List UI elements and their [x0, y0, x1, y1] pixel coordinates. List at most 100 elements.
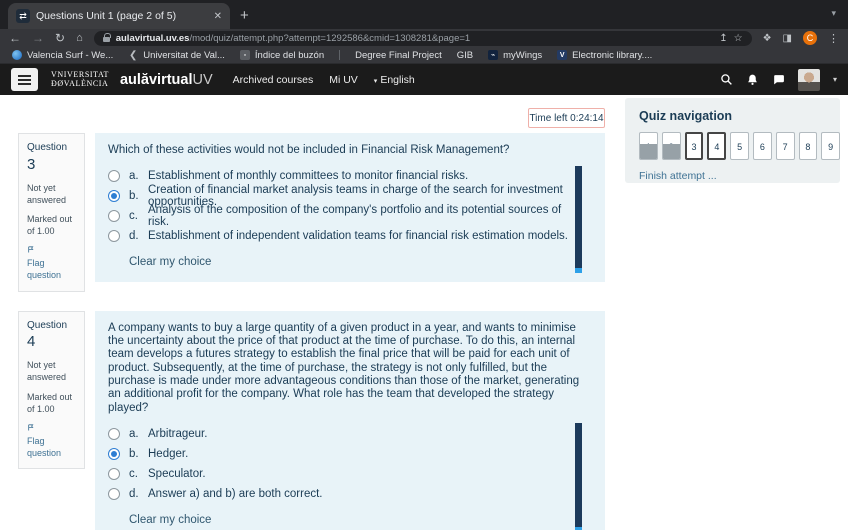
questions-column: Question 3 Not yet answered Marked out o…	[18, 133, 605, 530]
question-3-block: Question 3 Not yet answered Marked out o…	[18, 133, 605, 292]
radio-icon[interactable]	[108, 170, 120, 182]
question-4-text: A company wants to buy a large quantity …	[108, 322, 592, 415]
home-icon[interactable]: ⌂	[76, 32, 83, 44]
bookmark-degree-final-project[interactable]: Degree Final Project	[355, 50, 442, 61]
url-text[interactable]: aulavirtual.uv.es/mod/quiz/attempt.php?a…	[116, 33, 714, 44]
finish-attempt-link[interactable]: Finish attempt ...	[639, 170, 717, 182]
extensions-icon[interactable]: ❖	[763, 33, 772, 44]
bookmarks-separator	[339, 50, 340, 60]
question-3-mark: Marked out of 1.00	[27, 213, 76, 237]
qnav-button-3[interactable]: 3	[685, 132, 704, 160]
qnav-button-6[interactable]: 6	[753, 132, 772, 160]
header-actions: ▾	[720, 69, 837, 91]
forward-icon[interactable]: →	[32, 32, 44, 44]
qnav-button-4[interactable]: 4	[707, 132, 726, 160]
uv-favicon-icon: ❮	[128, 50, 138, 60]
bookmark-universitat[interactable]: ❮ Universitat de Val...	[128, 50, 225, 61]
radio-icon[interactable]	[108, 488, 120, 500]
bookmark-indice-buzon[interactable]: ▫ Índice del buzón	[240, 50, 324, 61]
back-icon[interactable]: ←	[9, 32, 21, 44]
option-b[interactable]: b. Creation of financial market analysis…	[108, 190, 568, 202]
browser-window: ⇄ Questions Unit 1 (page 2 of 5) ✕ + ▾ ←…	[0, 0, 848, 530]
option-d[interactable]: d. Answer a) and b) are both correct.	[108, 488, 568, 500]
qnav-button-1[interactable]: 1	[639, 132, 658, 160]
quiz-timer: Time left 0:24:14	[528, 108, 605, 128]
university-logo[interactable]: VNIVERSITAT ĐØVALÈNCIA	[51, 71, 109, 89]
browser-profile-avatar[interactable]: C	[803, 31, 817, 45]
messages-icon[interactable]	[772, 73, 785, 86]
menu-hamburger-button[interactable]	[11, 68, 38, 91]
quiz-navigation-panel: Quiz navigation 1 2 3 4 5 6 7 8 9 Finish…	[625, 98, 840, 183]
header-nav: Archived courses Mi UV ▾English	[233, 74, 415, 86]
question-4-title: Question 4	[27, 319, 76, 353]
browser-tab[interactable]: ⇄ Questions Unit 1 (page 2 of 5) ✕	[8, 3, 230, 29]
flag-question-link[interactable]: Flag question	[27, 422, 76, 459]
v-favicon-icon: V	[557, 50, 567, 60]
qnav-button-2[interactable]: 2	[662, 132, 681, 160]
mailbox-favicon-icon: ▫	[240, 50, 250, 60]
radio-icon[interactable]	[108, 210, 120, 222]
url-path: /mod/quiz/attempt.php?attempt=1292586&cm…	[189, 33, 470, 44]
bookmark-mywings[interactable]: ⌁ myWings	[488, 50, 542, 61]
radio-icon[interactable]	[108, 428, 120, 440]
tab-search-chevron-icon[interactable]: ▾	[831, 8, 836, 19]
question-3-options: a. Establishment of monthly committees t…	[108, 170, 592, 270]
address-bar[interactable]: aulavirtual.uv.es/mod/quiz/attempt.php?a…	[94, 31, 752, 46]
caret-down-icon: ▾	[374, 78, 378, 85]
option-c[interactable]: c. Speculator.	[108, 468, 568, 480]
qnav-button-7[interactable]: 7	[776, 132, 795, 160]
globe-favicon-icon	[12, 50, 22, 60]
bookmark-gib[interactable]: GIB	[457, 50, 473, 61]
browser-menu-icon[interactable]: ⋮	[828, 32, 839, 45]
options-scrollbar[interactable]	[575, 166, 582, 273]
tab-title: Questions Unit 1 (page 2 of 5)	[36, 10, 208, 22]
nav-language-dropdown[interactable]: ▾English	[374, 74, 415, 86]
question-4-block: Question 4 Not yet answered Marked out o…	[18, 311, 605, 530]
option-a[interactable]: a. Arbitrageur.	[108, 428, 568, 440]
nav-archived-courses[interactable]: Archived courses	[233, 74, 314, 86]
nav-mi-uv[interactable]: Mi UV	[329, 74, 358, 86]
qnav-button-8[interactable]: 8	[799, 132, 818, 160]
wings-favicon-icon: ⌁	[488, 50, 498, 60]
tab-strip: ⇄ Questions Unit 1 (page 2 of 5) ✕ + ▾	[0, 0, 848, 29]
url-domain: aulavirtual.uv.es	[116, 33, 190, 44]
bookmark-electronic-library[interactable]: V Electronic library....	[557, 50, 652, 61]
question-3-title: Question 3	[27, 141, 76, 175]
question-buttons-row: 1 2 3 4 5 6 7 8 9	[639, 132, 840, 160]
quiz-page: Time left 0:24:14 Quiz navigation 1 2 3 …	[0, 95, 848, 530]
question-4-info: Question 4 Not yet answered Marked out o…	[18, 311, 85, 470]
bookmark-star-icon[interactable]: ☆	[734, 33, 743, 44]
flag-icon	[27, 245, 35, 254]
clear-choice-link[interactable]: Clear my choice	[129, 256, 211, 268]
search-icon[interactable]	[720, 73, 733, 86]
radio-icon[interactable]	[108, 230, 120, 242]
page-favicon-icon: ⇄	[16, 9, 30, 23]
question-3-info: Question 3 Not yet answered Marked out o…	[18, 133, 85, 292]
qnav-button-5[interactable]: 5	[730, 132, 749, 160]
radio-selected-icon[interactable]	[108, 190, 120, 202]
option-a[interactable]: a. Establishment of monthly committees t…	[108, 170, 568, 182]
reload-icon[interactable]: ↻	[55, 32, 65, 44]
flag-question-link[interactable]: Flag question	[27, 244, 76, 281]
question-4-status: Not yet answered	[27, 359, 76, 383]
aulavirtual-brand[interactable]: aulăvirtualUV	[120, 72, 213, 88]
flag-icon	[27, 423, 35, 432]
tab-close-icon[interactable]: ✕	[214, 11, 222, 22]
option-b[interactable]: b. Hedger.	[108, 448, 568, 460]
radio-selected-icon[interactable]	[108, 448, 120, 460]
options-scrollbar[interactable]	[575, 423, 582, 530]
bookmark-valencia-surf[interactable]: Valencia Surf - We...	[12, 50, 113, 61]
radio-icon[interactable]	[108, 468, 120, 480]
bookmarks-bar: Valencia Surf - We... ❮ Universitat de V…	[0, 47, 848, 64]
lock-icon	[103, 37, 110, 42]
clear-choice-link[interactable]: Clear my choice	[129, 514, 211, 526]
option-d[interactable]: d. Establishment of independent validati…	[108, 230, 568, 242]
user-avatar[interactable]	[798, 69, 820, 91]
notifications-bell-icon[interactable]	[746, 73, 759, 86]
side-panel-icon[interactable]: ◨	[783, 33, 792, 44]
user-menu-caret-icon[interactable]: ▾	[833, 75, 837, 84]
share-icon[interactable]: ↥	[719, 33, 727, 44]
qnav-button-9[interactable]: 9	[821, 132, 840, 160]
new-tab-button[interactable]: +	[240, 7, 249, 24]
option-c[interactable]: c. Analysis of the composition of the co…	[108, 210, 568, 222]
